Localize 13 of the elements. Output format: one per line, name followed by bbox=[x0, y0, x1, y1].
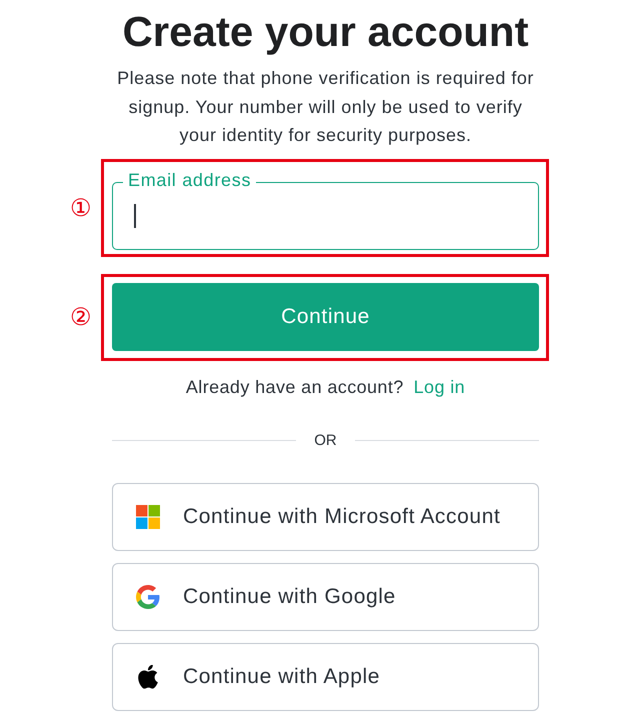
social-login-button[interactable]: Continue with Microsoft Account bbox=[112, 482, 539, 550]
apple-icon bbox=[138, 664, 158, 688]
social-login-button[interactable]: Continue with Apple bbox=[112, 642, 539, 710]
social-login-button[interactable]: Continue with Google bbox=[112, 562, 539, 630]
callout-number: ① bbox=[70, 194, 93, 222]
notice-text: Please note that phone verification is required for signup. Your number will only be used to verify your identity for security purposes. bbox=[116, 67, 535, 147]
divider-label: OR bbox=[314, 430, 337, 450]
account-prompt: Already have an account? bbox=[186, 376, 404, 398]
four-squares-icon bbox=[136, 504, 160, 528]
text-cursor-icon bbox=[134, 204, 136, 228]
letter-g-icon bbox=[136, 584, 160, 608]
page-title: Create your account bbox=[122, 8, 529, 56]
callout-number: ② bbox=[70, 303, 93, 331]
